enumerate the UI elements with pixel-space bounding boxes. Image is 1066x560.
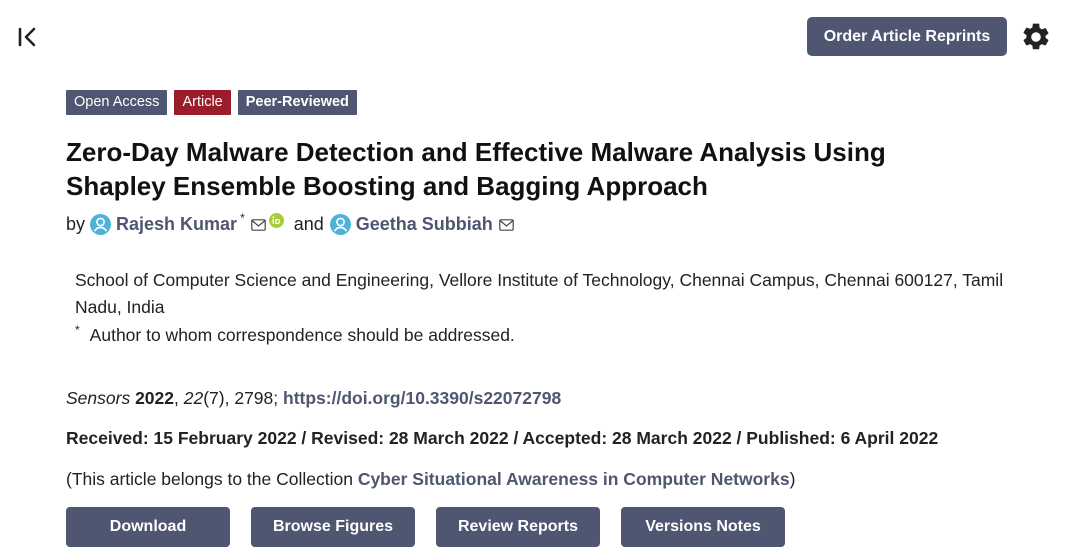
peer-reviewed-badge: Peer-Reviewed [237, 90, 357, 115]
article-title: Zero-Day Malware Detection and Effective… [66, 137, 886, 201]
journal-name: Sensors [66, 388, 131, 408]
correspondence-marker: * [75, 323, 80, 337]
citation-issue-pages: (7), 2798; [203, 388, 279, 408]
article-type-badge: Article [174, 90, 231, 115]
email-icon[interactable] [499, 215, 514, 231]
by-label: by [66, 214, 86, 234]
corresponding-marker: * [240, 210, 245, 225]
order-reprints-button[interactable]: Order Article Reprints [807, 17, 1007, 56]
collection-prefix: (This article belongs to the Collection [66, 469, 358, 489]
author-link-geetha-subbiah[interactable]: Geetha Subbiah [356, 214, 493, 235]
article-page: Order Article Reprints Open Access Artic… [0, 0, 1066, 560]
collection-link[interactable]: Cyber Situational Awareness in Computer … [358, 469, 790, 489]
author-affiliation: School of Computer Science and Engineeri… [75, 270, 1004, 317]
review-reports-button[interactable]: Review Reports [436, 507, 600, 547]
correspondence-text: Author to whom correspondence should be … [89, 325, 515, 345]
browse-figures-button[interactable]: Browse Figures [251, 507, 415, 547]
download-button[interactable]: Download [66, 507, 230, 547]
doi-link[interactable]: https://doi.org/10.3390/s22072798 [283, 388, 561, 408]
user-icon [90, 214, 112, 235]
collapse-left-icon[interactable] [16, 24, 42, 50]
article-badges: Open Access Article Peer-Reviewed [66, 90, 357, 115]
orcid-icon[interactable] [268, 212, 284, 228]
author-link-rajesh-kumar[interactable]: Rajesh Kumar [116, 214, 237, 235]
publication-dates: Received: 15 February 2022 / Revised: 28… [66, 428, 939, 448]
and-label: and [293, 214, 324, 234]
email-icon[interactable] [250, 215, 266, 231]
gear-icon[interactable] [1020, 21, 1052, 53]
citation-line: Sensors 2022, 22(7), 2798; https://doi.o… [66, 388, 562, 408]
user-icon [329, 214, 351, 235]
open-access-badge: Open Access [66, 90, 168, 115]
citation-year: 2022 [135, 388, 175, 408]
correspondence-note: * Author to whom correspondence should be… [75, 323, 515, 346]
citation-volume: 22 [183, 388, 204, 408]
author-line: by Rajesh Kumar * and Geetha Subbiah [66, 210, 514, 235]
versions-notes-button[interactable]: Versions Notes [621, 507, 785, 547]
collection-suffix: ) [789, 469, 796, 489]
collection-note: (This article belongs to the Collection … [66, 469, 795, 490]
